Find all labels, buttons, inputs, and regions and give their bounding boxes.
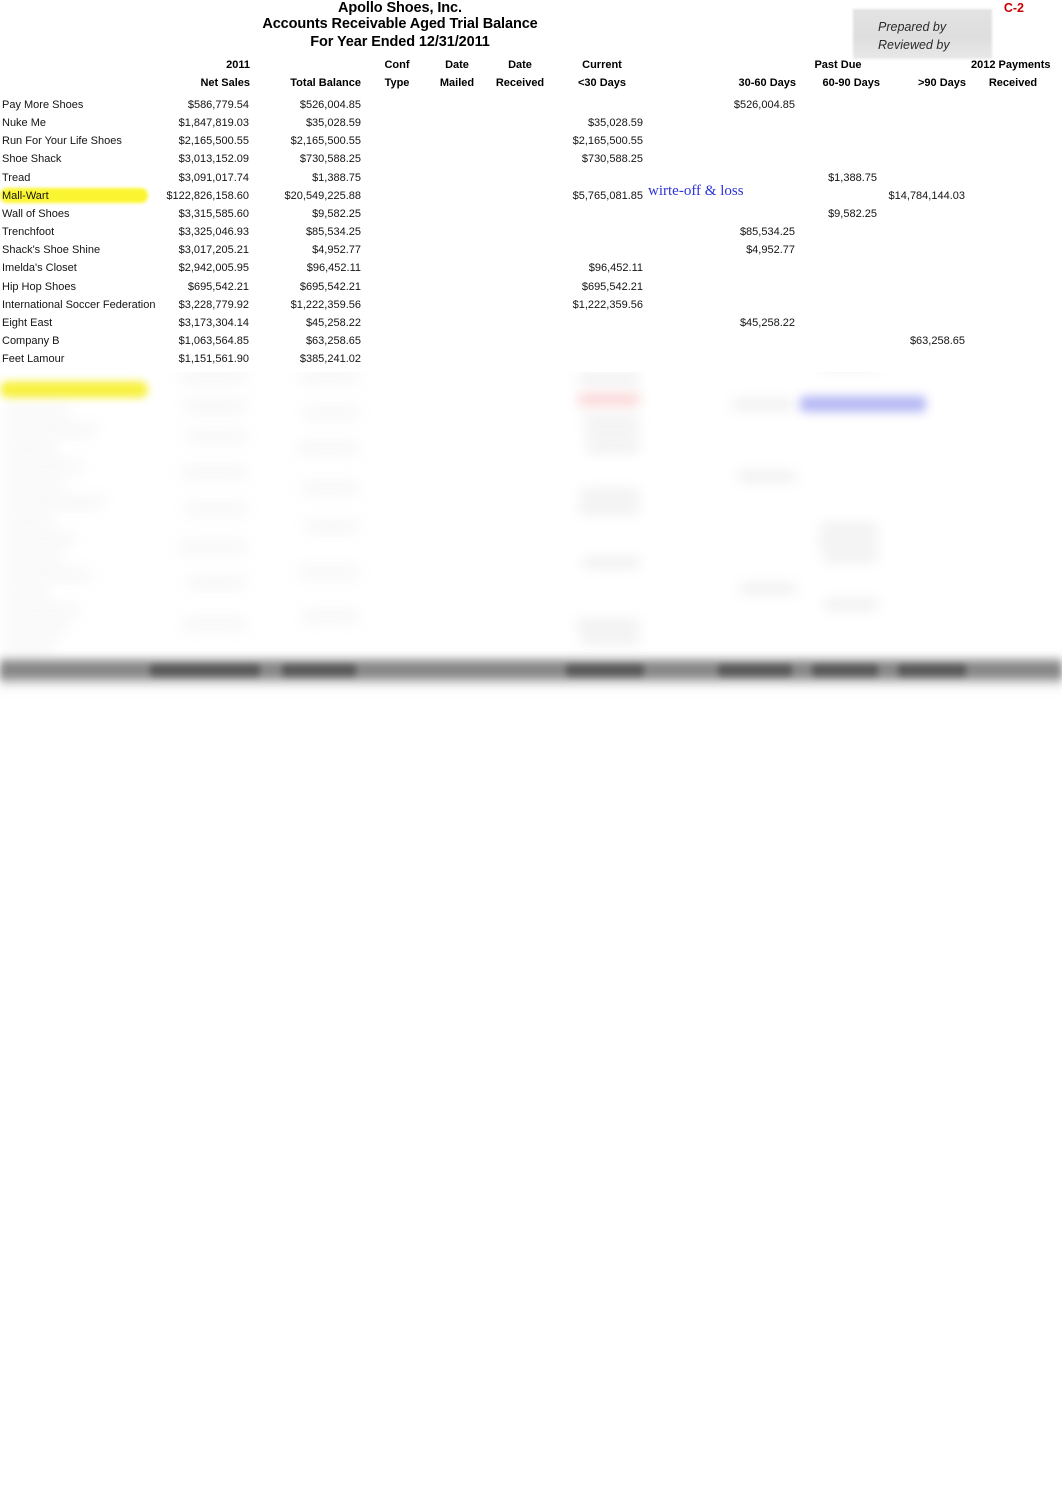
cell-net-sales: $3,325,046.93 xyxy=(178,226,249,239)
page-title-company: Apollo Shoes, Inc. xyxy=(338,0,462,16)
header-payments-received: Received xyxy=(988,77,1038,89)
cell-total-balance: $4,952.77 xyxy=(312,244,361,257)
cell-total-balance: $85,534.25 xyxy=(305,226,361,239)
cell-net-sales: $122,826,158.60 xyxy=(166,189,249,202)
cell-net-sales: $3,315,585.60 xyxy=(178,207,249,220)
cell-net-sales: $695,542.21 xyxy=(187,280,249,293)
cell-net-sales: $1,847,819.03 xyxy=(178,117,249,130)
header-conf: Conf xyxy=(384,59,410,71)
cell-total-balance: $2,165,500.55 xyxy=(290,135,361,148)
header-conf-type: Type xyxy=(384,77,410,89)
prepared-by-label: Prepared by xyxy=(878,20,947,34)
cell-net-sales: $3,091,017.74 xyxy=(178,171,249,184)
header-over-90-days: >90 Days xyxy=(917,77,966,89)
cell-u30: $5,765,081.85 xyxy=(572,189,643,202)
cell-total-balance: $35,028.59 xyxy=(305,117,361,130)
header-net-sales: Net Sales xyxy=(200,77,250,89)
cell-net-sales: $3,013,152.09 xyxy=(178,153,249,166)
cell-u30: $2,165,500.55 xyxy=(572,135,643,148)
header-60-90-days: 60-90 Days xyxy=(822,77,881,89)
workpaper-sheet: Apollo Shoes, Inc. Accounts Receivable A… xyxy=(0,0,1062,1506)
table-row[interactable]: Wall of Shoes $3,315,585.60 $9,582.25 $9,58… xyxy=(0,205,1062,223)
cell-total-balance: $45,258.22 xyxy=(305,316,361,329)
cell-d6090: $9,582.25 xyxy=(828,207,877,220)
table-row[interactable]: Imelda's Closet $2,942,005.95 $96,452.11 $9… xyxy=(0,259,1062,277)
table-row[interactable]: Mall-Wart $122,826,158.60 $20,549,225.88 $5… xyxy=(0,187,1062,205)
table-row[interactable]: Feet Lamour $1,151,561.90 $385,241.02 xyxy=(0,350,1062,368)
cell-u30: $35,028.59 xyxy=(587,117,643,130)
header-2012-payments: 2012 Payments xyxy=(971,59,1051,71)
header-date-received-top: Date xyxy=(508,59,532,71)
header-date-mailed: Mailed xyxy=(439,77,475,89)
header-date-mailed-top: Date xyxy=(445,59,469,71)
table-row[interactable]: Tread $3,091,017.74 $1,388.75 $1,388.75 xyxy=(0,169,1062,187)
cell-total-balance: $526,004.85 xyxy=(299,99,361,111)
cell-total-balance: $1,388.75 xyxy=(312,171,361,184)
header-current: Current xyxy=(582,59,622,71)
table-row[interactable]: Shoe Shack $3,013,152.09 $730,588.25 $730,5… xyxy=(0,150,1062,168)
header-30-60-days: 30-60 Days xyxy=(738,77,797,89)
table-row[interactable]: Trenchfoot $3,325,046.93 $85,534.25 $85,534… xyxy=(0,223,1062,241)
cell-net-sales: $1,151,561.90 xyxy=(178,353,249,366)
table-row[interactable]: Pay More Shoes $586,779.54 $526,004.85 $526… xyxy=(0,96,1062,114)
cell-d90: $63,258.65 xyxy=(909,334,965,347)
workpaper-index-reference: C-2 xyxy=(1003,1,1024,15)
header-under-30-days: <30 Days xyxy=(577,77,626,89)
annotation-write-off-loss: wirte-off & loss xyxy=(648,183,744,199)
table-row[interactable]: Company B $1,063,564.85 $63,258.65 $63,258.… xyxy=(0,332,1062,350)
cell-total-balance: $1,222,359.56 xyxy=(290,298,361,311)
cell-net-sales: $586,779.54 xyxy=(187,99,249,111)
header-date-received: Received xyxy=(495,77,545,89)
cell-u30: $96,452.11 xyxy=(588,262,643,275)
table-row[interactable]: Hip Hop Shoes $695,542.21 $695,542.21 $695,… xyxy=(0,278,1062,296)
cell-total-balance: $63,258.65 xyxy=(305,334,361,347)
cell-d3060: $526,004.85 xyxy=(733,99,795,111)
reviewed-by-label: Reviewed by xyxy=(878,38,950,52)
cell-d6090: $1,388.75 xyxy=(828,171,877,184)
cell-total-balance: $9,582.25 xyxy=(312,207,361,220)
header-total-balance: Total Balance xyxy=(290,77,361,89)
cell-total-balance: $730,588.25 xyxy=(299,153,361,166)
header-year: 2011 xyxy=(226,59,250,71)
cell-d3060: $4,952.77 xyxy=(746,244,795,257)
cell-net-sales: $3,017,205.21 xyxy=(178,244,249,257)
cell-total-balance: $695,542.21 xyxy=(299,280,361,293)
cell-u30: $695,542.21 xyxy=(581,280,643,293)
table-row[interactable]: Run For Your Life Shoes $2,165,500.55 $2,1… xyxy=(0,132,1062,150)
cell-total-balance: $20,549,225.88 xyxy=(284,189,361,202)
cell-d3060: $85,534.25 xyxy=(739,226,795,239)
page-title-period: For Year Ended 12/31/2011 xyxy=(310,34,490,50)
page-bottom-edge-shadow xyxy=(0,668,1062,694)
cell-d90: $14,784,144.03 xyxy=(888,189,965,202)
cell-net-sales: $3,228,779.92 xyxy=(178,298,249,311)
cell-u30: $730,588.25 xyxy=(581,153,643,166)
cell-net-sales: $1,063,564.85 xyxy=(178,334,249,347)
cell-d3060: $45,258.22 xyxy=(739,316,795,329)
cell-net-sales: $2,165,500.55 xyxy=(178,135,249,148)
cell-u30: $1,222,359.56 xyxy=(572,298,643,311)
table-row[interactable]: International Soccer Federation $3,228,77… xyxy=(0,296,1062,314)
table-row[interactable]: Nuke Me $1,847,819.03 $35,028.59 $35,028.59 xyxy=(0,114,1062,132)
cell-net-sales: $2,942,005.95 xyxy=(178,262,249,275)
cell-net-sales: $3,173,304.14 xyxy=(178,316,249,329)
table-row[interactable]: Eight East $3,173,304.14 $45,258.22 $45,258… xyxy=(0,314,1062,332)
header-past-due: Past Due xyxy=(814,59,862,71)
cell-total-balance: $385,241.02 xyxy=(299,353,361,366)
redacted-lower-region xyxy=(0,372,1062,690)
table-row[interactable]: Shack's Shoe Shine $3,017,205.21 $4,952.77… xyxy=(0,241,1062,259)
page-title-report: Accounts Receivable Aged Trial Balance xyxy=(262,16,538,32)
cell-total-balance: $96,452.11 xyxy=(306,262,361,275)
